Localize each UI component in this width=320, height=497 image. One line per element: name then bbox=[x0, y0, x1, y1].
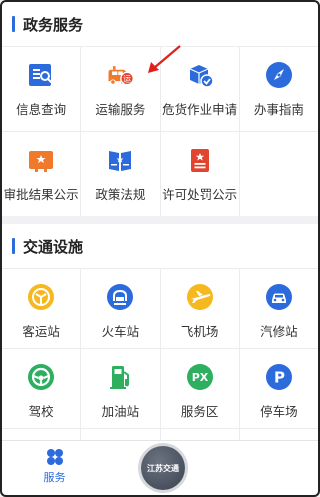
traffic-section-title: 交通设施 bbox=[23, 237, 84, 256]
car-repair-label: 汽修站 bbox=[260, 324, 298, 339]
bus-station-icon bbox=[26, 282, 56, 312]
car-repair-icon bbox=[264, 282, 294, 312]
driving-school-item[interactable]: 驾校 bbox=[2, 349, 81, 428]
section-accent-bar bbox=[12, 16, 15, 32]
parking-icon: P bbox=[264, 362, 294, 392]
approval-result-icon bbox=[26, 145, 56, 175]
info-query-item[interactable]: 信息查询 bbox=[2, 47, 81, 131]
transport-badge-text: 运 bbox=[123, 75, 131, 84]
approval-result-item[interactable]: 审批结果公示 bbox=[2, 132, 81, 216]
section-gap bbox=[2, 216, 318, 224]
bottom-tab-bar: 服务 江苏交通 bbox=[2, 440, 318, 495]
gas-station-label: 加油站 bbox=[101, 404, 140, 419]
guide-label: 办事指南 bbox=[253, 102, 304, 117]
policy-label: 政策法规 bbox=[95, 187, 146, 202]
traffic-facilities-grid: 客运站 火车站 飞机场 汽修站 驾校 加油站 PX 服务区 P 停车场 bbox=[2, 268, 318, 428]
hazard-goods-icon bbox=[185, 60, 215, 90]
permit-penalty-label: 许可处罚公示 bbox=[162, 187, 238, 202]
service-area-badge-text: PX bbox=[191, 371, 208, 384]
train-station-label: 火车站 bbox=[101, 324, 140, 339]
bus-station-label: 客运站 bbox=[22, 324, 60, 339]
train-station-icon bbox=[105, 282, 135, 312]
service-area-label: 服务区 bbox=[180, 404, 219, 419]
parking-badge-text: P bbox=[274, 369, 285, 387]
service-area-item[interactable]: PX 服务区 bbox=[160, 349, 239, 428]
gov-section-title: 政务服务 bbox=[23, 15, 84, 34]
parking-item[interactable]: P 停车场 bbox=[239, 349, 318, 428]
policy-icon bbox=[105, 145, 135, 175]
tab-service[interactable]: 服务 bbox=[2, 441, 107, 485]
bus-station-item[interactable]: 客运站 bbox=[2, 269, 81, 348]
airport-icon bbox=[185, 282, 215, 312]
airport-item[interactable]: 飞机场 bbox=[160, 269, 239, 348]
info-query-label: 信息查询 bbox=[16, 102, 67, 117]
gas-station-item[interactable]: 加油站 bbox=[81, 349, 160, 428]
empty-cell bbox=[239, 132, 318, 216]
gov-section-header: 政务服务 bbox=[2, 2, 318, 46]
steering-wheel-icon bbox=[26, 362, 56, 392]
gas-station-icon bbox=[105, 362, 135, 392]
app-screen: 政务服务 信息查询 运 运输服务 危货作业申请 办事指南 审批结果公示 政策法规… bbox=[2, 2, 318, 495]
service-tab-icon bbox=[46, 449, 63, 465]
traffic-section-header: 交通设施 bbox=[2, 224, 318, 268]
transport-service-label: 运输服务 bbox=[95, 102, 146, 117]
driving-school-label: 驾校 bbox=[28, 404, 54, 419]
center-home-button[interactable]: 江苏交通 bbox=[141, 446, 185, 490]
service-area-icon: PX bbox=[185, 362, 215, 392]
red-arrow-annotation bbox=[148, 45, 181, 73]
permit-penalty-item[interactable]: 许可处罚公示 bbox=[160, 132, 239, 216]
train-station-item[interactable]: 火车站 bbox=[81, 269, 160, 348]
info-query-icon bbox=[26, 60, 56, 90]
center-home-label: 江苏交通 bbox=[147, 463, 179, 473]
section-accent-bar bbox=[12, 238, 15, 254]
approval-result-label: 审批结果公示 bbox=[3, 187, 79, 202]
hazard-goods-label: 危货作业申请 bbox=[162, 102, 238, 117]
tab-service-label: 服务 bbox=[43, 471, 66, 484]
car-repair-item[interactable]: 汽修站 bbox=[239, 269, 318, 348]
guide-item[interactable]: 办事指南 bbox=[239, 47, 318, 131]
policy-item[interactable]: 政策法规 bbox=[81, 132, 160, 216]
parking-label: 停车场 bbox=[260, 404, 298, 419]
permit-penalty-icon bbox=[185, 145, 215, 175]
transport-service-icon: 运 bbox=[105, 60, 135, 90]
compass-icon bbox=[264, 60, 294, 90]
airport-label: 飞机场 bbox=[180, 324, 219, 339]
